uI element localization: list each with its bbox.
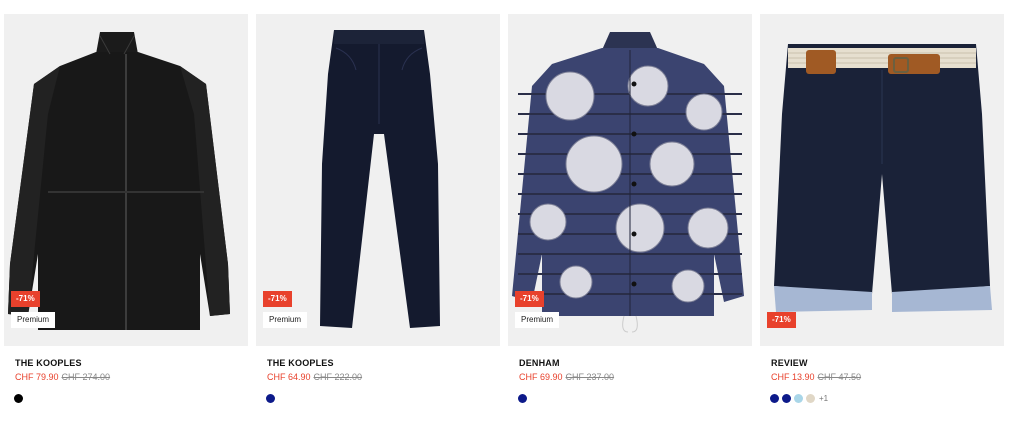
original-price: CHF 47.50	[817, 372, 862, 382]
jacket-image	[8, 32, 230, 330]
color-swatch-navy[interactable]	[770, 393, 779, 403]
product-brand: DENHAM	[519, 358, 560, 368]
trousers-image	[320, 30, 440, 328]
printed-jacket-image	[512, 32, 744, 333]
color-swatches	[14, 392, 23, 404]
product-card[interactable]: -71% Premium THE KOOPLES CHF 64.90 CHF 22…	[256, 14, 500, 414]
color-swatch-navy[interactable]	[518, 393, 527, 403]
product-prices: CHF 69.90 CHF 237.00	[519, 372, 614, 382]
premium-badge: Premium	[11, 312, 56, 328]
premium-badge: Premium	[515, 312, 560, 328]
premium-badge: Premium	[263, 312, 308, 328]
shorts-image	[774, 44, 992, 312]
color-swatch-beige[interactable]	[806, 393, 815, 403]
product-brand: THE KOOPLES	[15, 358, 82, 368]
product-grid: -71% Premium THE KOOPLES CHF 79.90 CHF 27…	[0, 0, 1024, 424]
product-card[interactable]: -71% Premium THE KOOPLES CHF 79.90 CHF 27…	[4, 14, 248, 414]
sale-price: CHF 13.90	[771, 372, 815, 382]
original-price: CHF 222.00	[313, 372, 363, 382]
color-swatches	[518, 392, 527, 404]
color-swatch-navy[interactable]	[266, 393, 275, 403]
color-swatches	[266, 392, 275, 404]
discount-badge: -71%	[11, 291, 40, 307]
sale-price: CHF 79.90	[15, 372, 59, 382]
product-image[interactable]: -71%	[760, 14, 1004, 346]
product-card[interactable]: -71% REVIEW CHF 13.90 CHF 47.50 +1	[760, 14, 1004, 414]
product-brand: REVIEW	[771, 358, 808, 368]
color-swatch-light-blue[interactable]	[794, 393, 803, 403]
discount-badge: -71%	[767, 312, 796, 328]
product-image[interactable]: -71% Premium	[256, 14, 500, 346]
product-card[interactable]: -71% Premium DENHAM CHF 69.90 CHF 237.00	[508, 14, 752, 414]
discount-badge: -71%	[263, 291, 292, 307]
color-swatches: +1	[770, 392, 828, 404]
product-image[interactable]: -71% Premium	[4, 14, 248, 346]
discount-badge: -71%	[515, 291, 544, 307]
color-swatch-black[interactable]	[14, 393, 23, 403]
sale-price: CHF 64.90	[267, 372, 311, 382]
product-image[interactable]: -71% Premium	[508, 14, 752, 346]
sale-price: CHF 69.90	[519, 372, 563, 382]
product-brand: THE KOOPLES	[267, 358, 334, 368]
product-prices: CHF 13.90 CHF 47.50	[771, 372, 861, 382]
more-colors-link[interactable]: +1	[819, 394, 828, 403]
product-prices: CHF 64.90 CHF 222.00	[267, 372, 362, 382]
original-price: CHF 237.00	[565, 372, 615, 382]
color-swatch-navy[interactable]	[782, 393, 791, 403]
product-prices: CHF 79.90 CHF 274.00	[15, 372, 110, 382]
original-price: CHF 274.00	[61, 372, 111, 382]
